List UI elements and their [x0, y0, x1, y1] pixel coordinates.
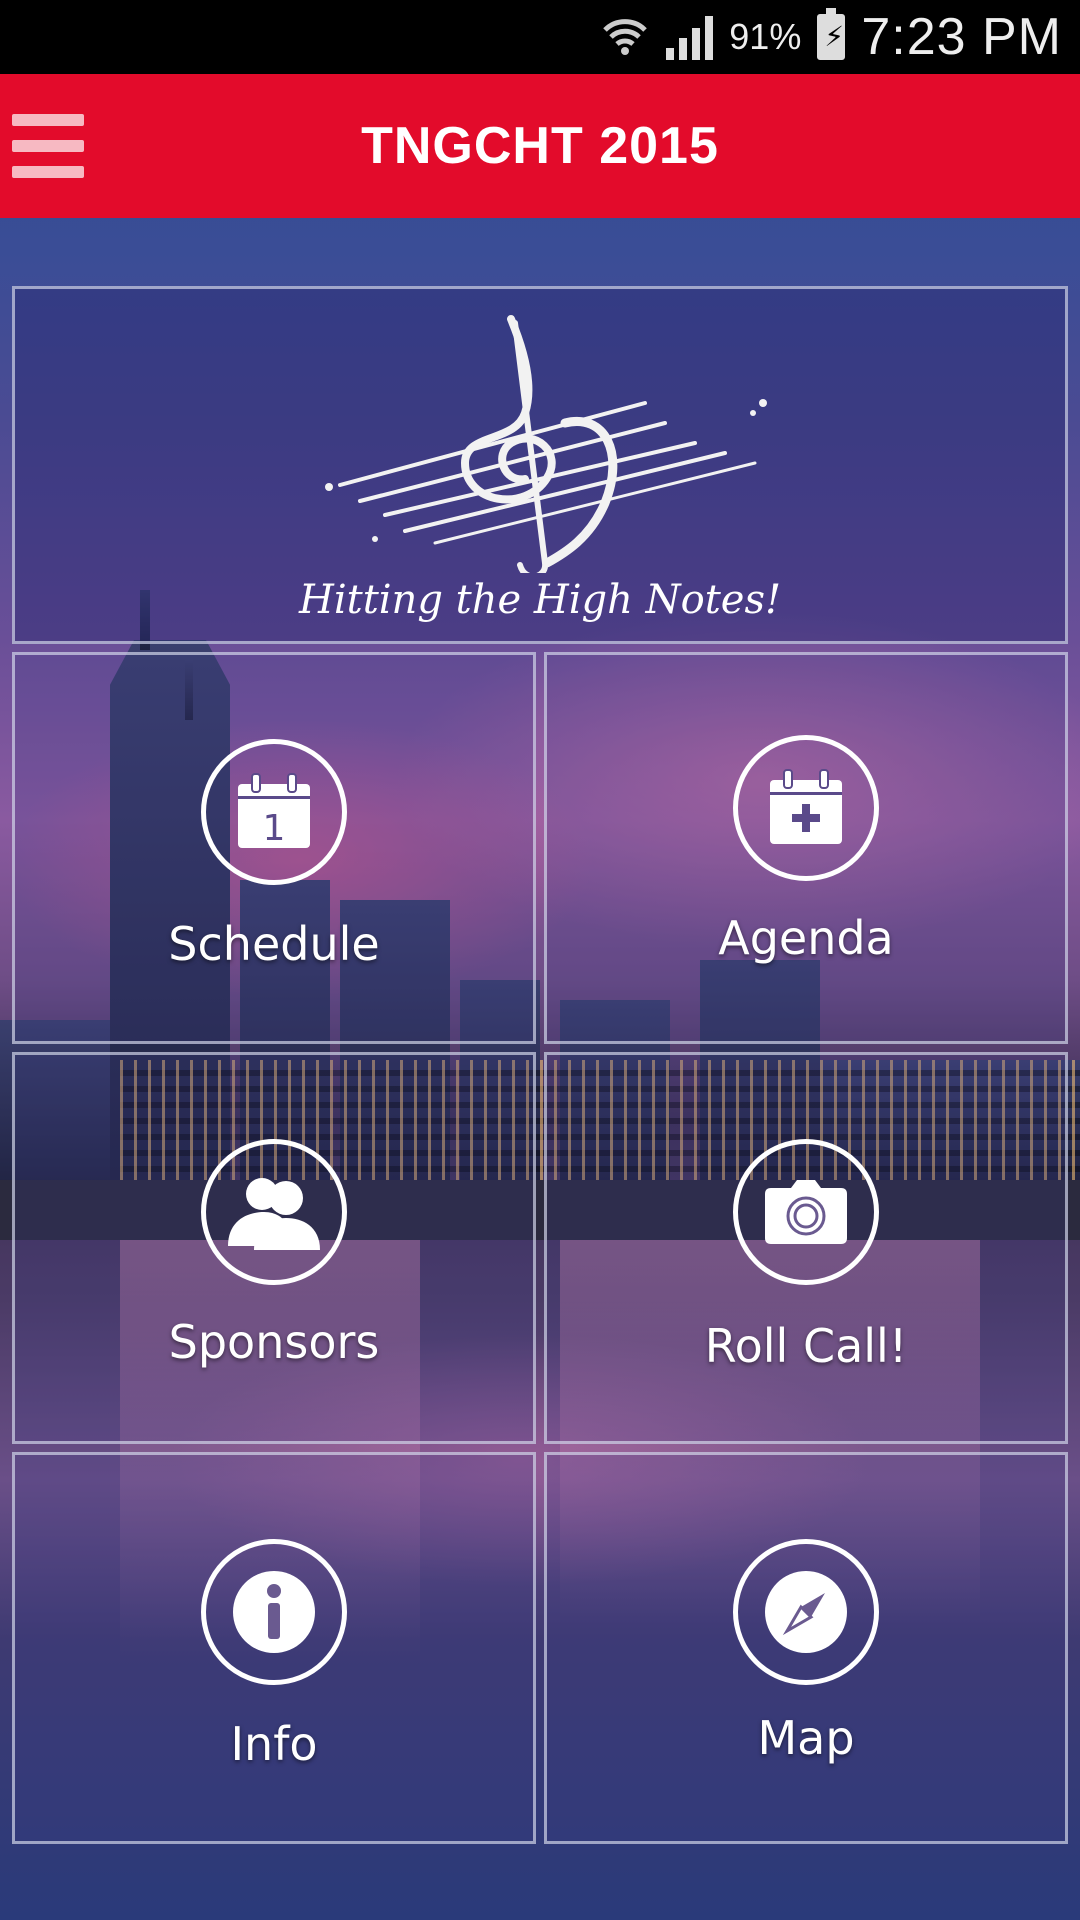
- camera-icon: [733, 1139, 879, 1285]
- tile-label-sponsors: Sponsors: [168, 1315, 380, 1369]
- tile-roll-call[interactable]: Roll Call!: [544, 1052, 1068, 1444]
- page-title: TNGCHT 2015: [361, 117, 719, 175]
- tile-label-info: Info: [230, 1717, 318, 1771]
- tile-label-map: Map: [757, 1711, 855, 1765]
- tile-schedule[interactable]: 1 Schedule: [12, 652, 536, 1044]
- calendar-day-icon: 1: [201, 739, 347, 885]
- app-bar: TNGCHT 2015: [0, 74, 1080, 218]
- battery-charging-icon: ⚡: [817, 8, 846, 60]
- battery-percent: 91%: [729, 16, 802, 57]
- clock: 7:23 PM: [861, 8, 1062, 66]
- people-icon: [201, 1139, 347, 1285]
- tagline: Hitting the High Notes!: [298, 577, 782, 623]
- tile-label-schedule: Schedule: [168, 917, 380, 971]
- banner-logo: Hitting the High Notes!: [12, 286, 1068, 644]
- music-clef-staff-logo: [325, 315, 767, 573]
- wifi-icon: [600, 12, 650, 62]
- tile-label-agenda: Agenda: [718, 911, 894, 965]
- tile-info[interactable]: Info: [12, 1452, 536, 1844]
- compass-icon: [733, 1539, 879, 1685]
- status-bar: 91% ⚡ 7:23 PM: [0, 0, 1080, 74]
- tile-label-roll-call: Roll Call!: [704, 1319, 908, 1373]
- tile-sponsors[interactable]: Sponsors: [12, 1052, 536, 1444]
- calendar-day-number: 1: [263, 808, 286, 849]
- signal-icon: [666, 14, 714, 60]
- info-icon: [201, 1539, 347, 1685]
- tile-agenda[interactable]: Agenda: [544, 652, 1068, 1044]
- calendar-add-icon: [733, 735, 879, 881]
- tile-map[interactable]: Map: [544, 1452, 1068, 1844]
